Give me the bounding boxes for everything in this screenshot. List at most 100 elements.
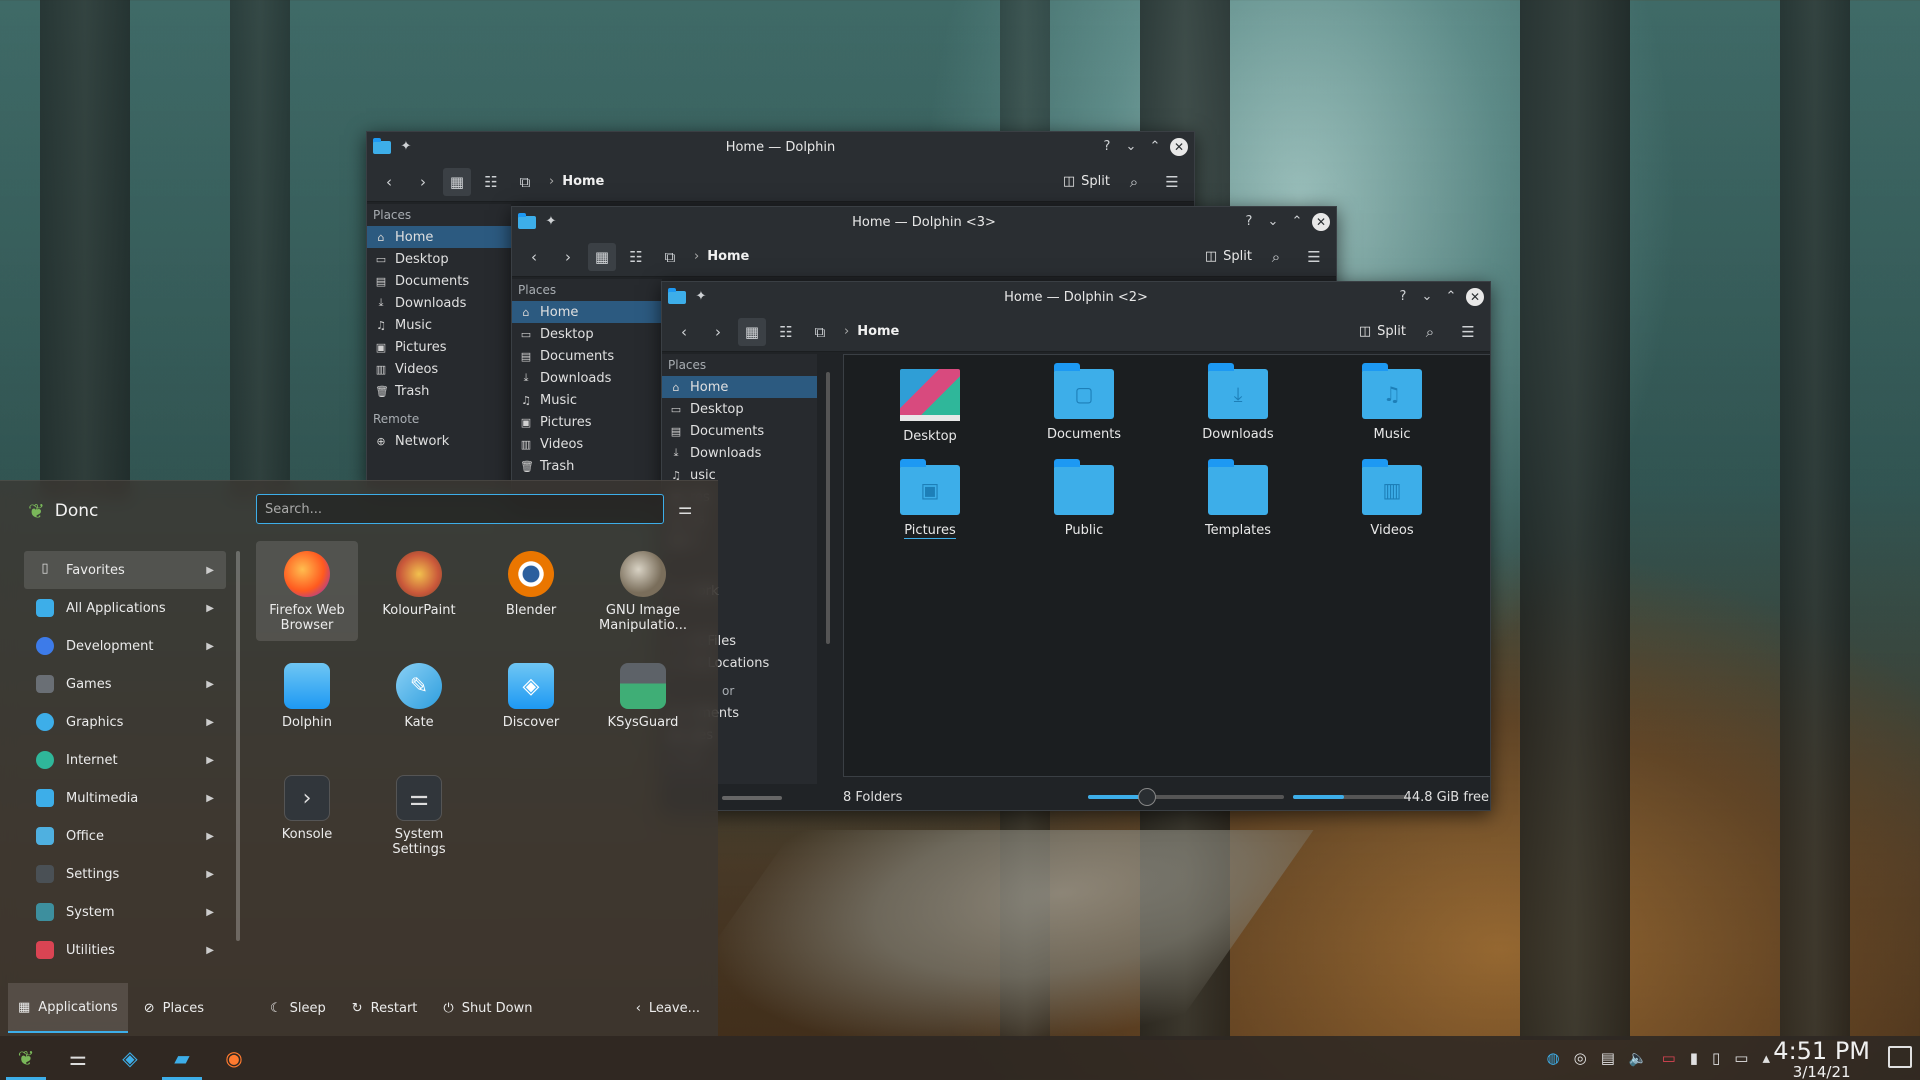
minimize-icon[interactable]: ⌄: [1418, 290, 1436, 304]
help-icon[interactable]: ?: [1394, 290, 1412, 304]
app-konsole[interactable]: › Konsole: [256, 765, 358, 865]
network-status-icon[interactable]: ◎: [1574, 1049, 1587, 1067]
dolphin-window-2[interactable]: ✦ Home — Dolphin <2> ? ⌄ ⌃ ✕ ‹ › ▦ ☷ ⧉ ›…: [661, 281, 1491, 811]
user-avatar[interactable]: ❦: [28, 499, 45, 523]
category-favorites[interactable]: ▯ Favorites ▶: [24, 551, 226, 589]
category-scrollbar[interactable]: [236, 551, 240, 941]
category-games[interactable]: Games ▶: [24, 665, 226, 703]
compact-view-icon[interactable]: ☷: [772, 318, 800, 346]
place-network[interactable]: ⊕ Network: [367, 430, 511, 452]
folder-item-templates[interactable]: Templates: [1178, 459, 1298, 538]
split-button[interactable]: ◫ Split: [1205, 249, 1252, 264]
breadcrumb[interactable]: › Home: [694, 249, 749, 264]
category-system[interactable]: System ▶: [24, 893, 226, 931]
close-icon[interactable]: ✕: [1466, 288, 1484, 306]
folder-item-videos[interactable]: ▥ Videos: [1332, 459, 1452, 538]
breadcrumb[interactable]: › Home: [844, 324, 899, 339]
hamburger-menu-icon[interactable]: ☰: [1454, 318, 1482, 346]
back-icon[interactable]: ‹: [375, 168, 403, 196]
folder-item-public[interactable]: Public: [1024, 459, 1144, 538]
category-development[interactable]: Development ▶: [24, 627, 226, 665]
app-system-settings[interactable]: ⚌ System Settings: [368, 765, 470, 865]
forward-icon[interactable]: ›: [409, 168, 437, 196]
place-pictures[interactable]: ▣ Pictures: [512, 411, 662, 433]
place-music[interactable]: ♫ Music: [367, 314, 511, 336]
split-button[interactable]: ◫ Split: [1359, 324, 1406, 339]
applications-tab[interactable]: ▦ Applications: [8, 983, 128, 1033]
folder-item-music[interactable]: ♫ Music: [1332, 363, 1452, 442]
folder-item-documents[interactable]: ▢ Documents: [1024, 363, 1144, 442]
back-icon[interactable]: ‹: [670, 318, 698, 346]
shutdown-button[interactable]: ⏻ Shut Down: [433, 983, 542, 1033]
place-music[interactable]: ♫ Music: [512, 389, 662, 411]
help-icon[interactable]: ?: [1240, 215, 1258, 229]
pin-icon[interactable]: ✦: [692, 290, 710, 304]
places-hscrollbar[interactable]: [722, 796, 782, 800]
place-trash[interactable]: 🗑 Trash: [367, 380, 511, 402]
updates-icon[interactable]: ◍: [1547, 1049, 1560, 1067]
pin-icon[interactable]: ✦: [397, 140, 415, 154]
screen-icon[interactable]: ▭: [1734, 1049, 1748, 1067]
maximize-icon[interactable]: ⌃: [1146, 140, 1164, 154]
tray-expand-icon[interactable]: ▴: [1762, 1049, 1770, 1067]
digital-clock[interactable]: 4:51 PM 3/14/21: [1773, 1038, 1870, 1080]
taskbar-system-settings[interactable]: ⚌: [52, 1036, 104, 1080]
taskbar-discover[interactable]: ◈: [104, 1036, 156, 1080]
category-office[interactable]: Office ▶: [24, 817, 226, 855]
app-launcher-button[interactable]: ❦: [0, 1036, 52, 1080]
minimize-icon[interactable]: ⌄: [1122, 140, 1140, 154]
app-kate[interactable]: ✎ Kate: [368, 653, 470, 753]
place-videos[interactable]: ▥ Videos: [367, 358, 511, 380]
configure-icon[interactable]: ⚌: [678, 499, 692, 518]
category-settings[interactable]: Settings ▶: [24, 855, 226, 893]
hamburger-menu-icon[interactable]: ☰: [1300, 243, 1328, 271]
titlebar[interactable]: ✦ Home — Dolphin ? ⌄ ⌃ ✕: [367, 132, 1194, 162]
breadcrumb[interactable]: › Home: [549, 174, 604, 189]
search-icon[interactable]: ⌕: [1262, 243, 1290, 271]
maximize-icon[interactable]: ⌃: [1288, 215, 1306, 229]
pin-icon[interactable]: ✦: [542, 215, 560, 229]
app-firefox[interactable]: Firefox Web Browser: [256, 541, 358, 641]
display-icon[interactable]: ▭: [1662, 1049, 1676, 1067]
leave-button[interactable]: ‹ Leave...: [626, 983, 710, 1033]
app-gimp[interactable]: GNU Image Manipulatio...: [592, 541, 694, 641]
help-icon[interactable]: ?: [1098, 140, 1116, 154]
place-videos[interactable]: ▥ Videos: [512, 433, 662, 455]
zoom-slider[interactable]: [1088, 788, 1284, 806]
close-icon[interactable]: ✕: [1170, 138, 1188, 156]
search-input[interactable]: Search...: [256, 494, 664, 524]
place-desktop[interactable]: ▭ Desktop: [662, 398, 817, 420]
restart-button[interactable]: ↻ Restart: [342, 983, 428, 1033]
titlebar[interactable]: ✦ Home — Dolphin <2> ? ⌄ ⌃ ✕: [662, 282, 1490, 312]
zoom-slider-handle[interactable]: [1137, 788, 1156, 806]
places-scrollbar[interactable]: [826, 372, 830, 644]
place-documents[interactable]: ▤ Documents: [367, 270, 511, 292]
place-downloads[interactable]: ⤓ Downloads: [512, 367, 662, 389]
category-graphics[interactable]: Graphics ▶: [24, 703, 226, 741]
place-pictures[interactable]: ▣ Pictures: [367, 336, 511, 358]
breadcrumb-home[interactable]: Home: [707, 249, 749, 264]
taskbar-firefox[interactable]: ◉: [208, 1036, 260, 1080]
clipboard-icon[interactable]: ▤: [1601, 1049, 1615, 1067]
category-utilities[interactable]: Utilities ▶: [24, 931, 226, 969]
search-icon[interactable]: ⌕: [1416, 318, 1444, 346]
places-tab[interactable]: ⊘ Places: [134, 983, 214, 1033]
category-all-applications[interactable]: All Applications ▶: [24, 589, 226, 627]
icon-view-icon[interactable]: ▦: [738, 317, 766, 346]
place-home[interactable]: ⌂ Home: [662, 376, 817, 398]
app-kolourpaint[interactable]: KolourPaint: [368, 541, 470, 641]
category-internet[interactable]: Internet ▶: [24, 741, 226, 779]
place-trash[interactable]: 🗑 Trash: [512, 455, 662, 477]
place-home[interactable]: ⌂ Home: [367, 226, 511, 248]
titlebar[interactable]: ✦ Home — Dolphin <3> ? ⌄ ⌃ ✕: [512, 207, 1336, 237]
folder-item-downloads[interactable]: ⤓ Downloads: [1178, 363, 1298, 442]
details-view-icon[interactable]: ⧉: [511, 168, 539, 196]
breadcrumb-home[interactable]: Home: [857, 324, 899, 339]
place-desktop[interactable]: ▭ Desktop: [512, 323, 662, 345]
app-dolphin[interactable]: Dolphin: [256, 653, 358, 753]
compact-view-icon[interactable]: ☷: [477, 168, 505, 196]
sleep-button[interactable]: ☾ Sleep: [260, 983, 336, 1033]
app-discover[interactable]: ◈ Discover: [480, 653, 582, 753]
place-downloads[interactable]: ⤓ Downloads: [367, 292, 511, 314]
compact-view-icon[interactable]: ☷: [622, 243, 650, 271]
